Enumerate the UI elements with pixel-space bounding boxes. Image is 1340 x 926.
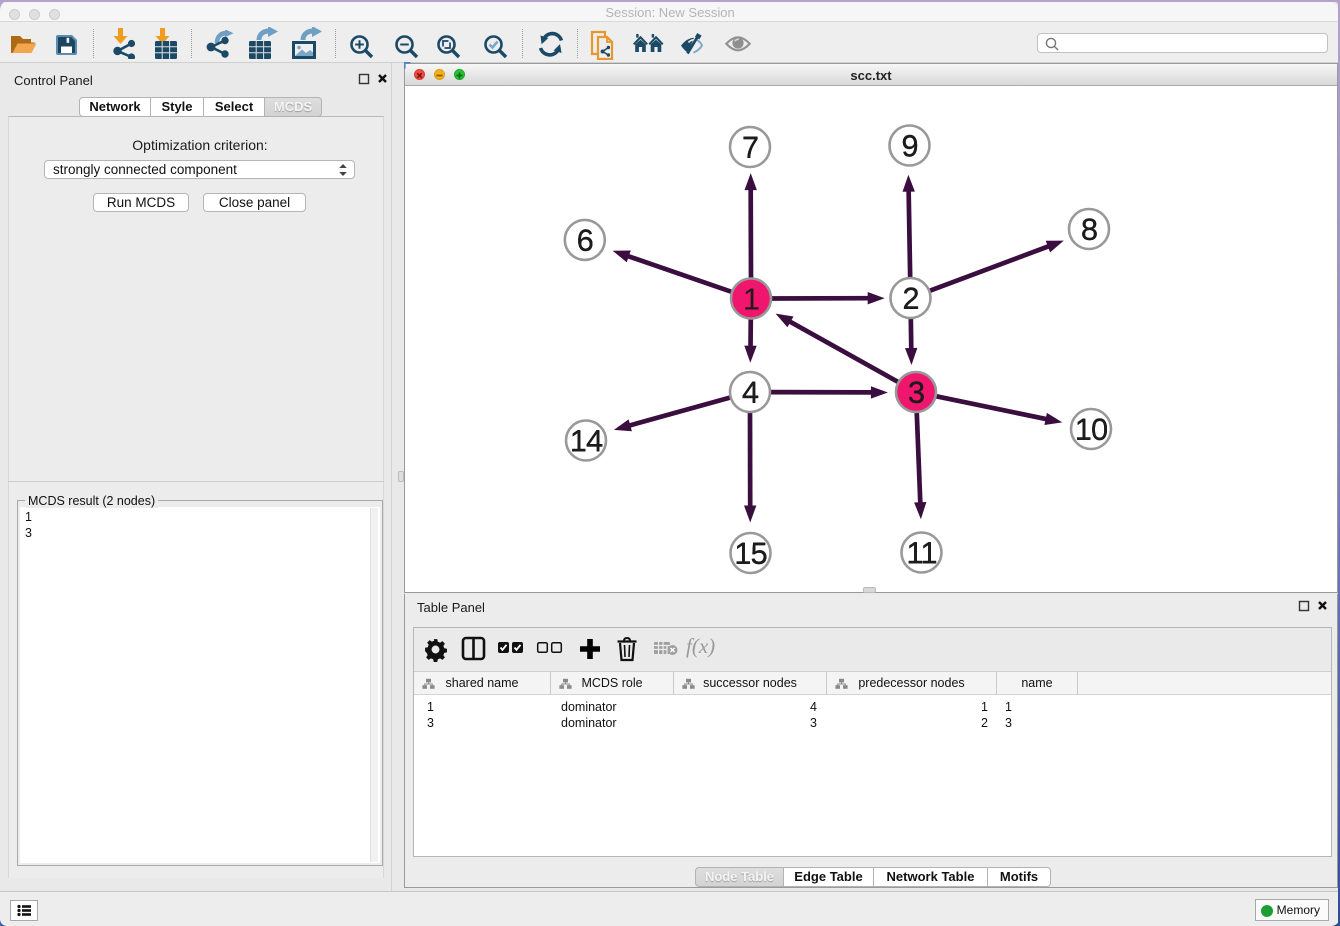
svg-text:6: 6 — [577, 222, 593, 257]
svg-text:8: 8 — [1081, 212, 1097, 247]
svg-text:11: 11 — [906, 535, 936, 570]
svg-text:9: 9 — [901, 128, 917, 163]
svg-text:4: 4 — [742, 375, 759, 410]
svg-text:7: 7 — [742, 130, 758, 165]
svg-text:10: 10 — [1075, 412, 1108, 447]
svg-text:2: 2 — [902, 281, 918, 316]
svg-text:15: 15 — [734, 536, 766, 571]
svg-text:3: 3 — [908, 375, 924, 410]
svg-text:14: 14 — [570, 423, 603, 458]
svg-text:1: 1 — [743, 282, 759, 317]
